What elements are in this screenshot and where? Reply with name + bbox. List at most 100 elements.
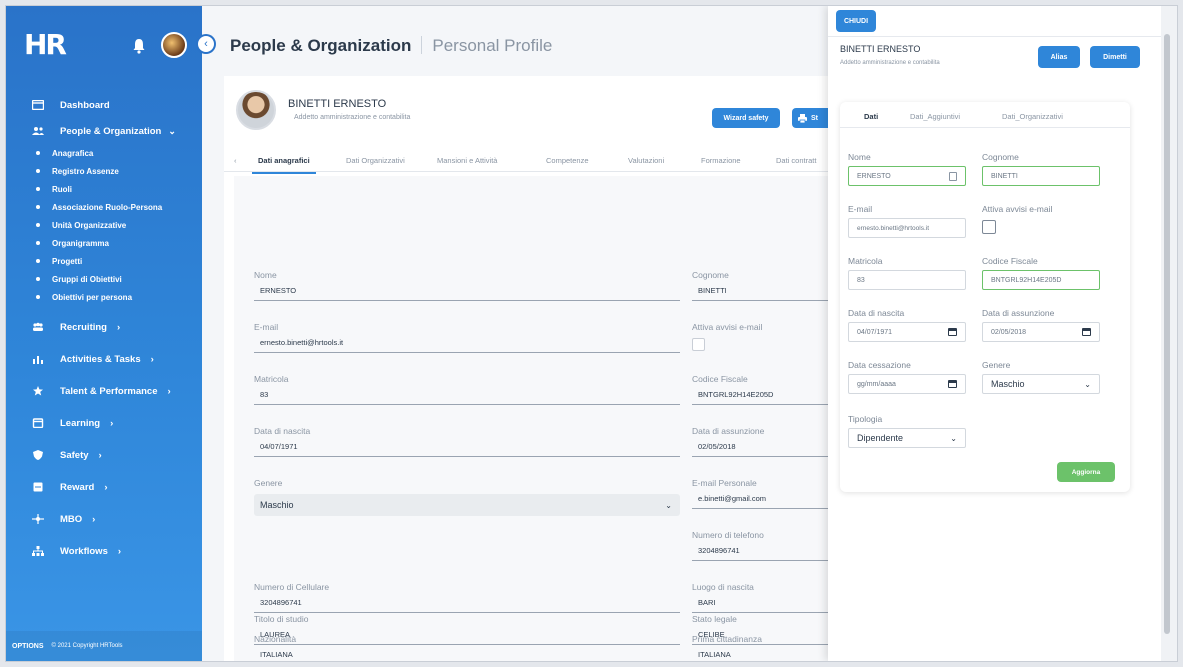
- chevron-right-icon: ›: [98, 449, 102, 461]
- submenu-item[interactable]: Registro Assenze: [6, 162, 202, 180]
- chevron-down-icon: ⌄: [1084, 379, 1091, 389]
- field-value[interactable]: 04/07/1971: [254, 442, 680, 457]
- nome-input[interactable]: ERNESTO: [848, 166, 966, 186]
- close-panel-button[interactable]: CHIUDI: [836, 10, 876, 32]
- codice-fiscale-input[interactable]: BNTGRL92H14E205D: [982, 270, 1100, 290]
- data-cessazione-input[interactable]: gg/mm/aaaa: [848, 374, 966, 394]
- page-title: People & Organization Personal Profile: [230, 36, 552, 56]
- submenu-item[interactable]: Obiettivi per persona: [6, 288, 202, 306]
- panel-field-nome: Nome ERNESTO: [848, 152, 966, 186]
- app-window: HR Dashboard People & Organization ⌄ Ana…: [6, 6, 1177, 661]
- options-link[interactable]: OPTIONS: [12, 643, 44, 650]
- sidebar-item-reward[interactable]: Reward ›: [6, 474, 202, 500]
- field-value[interactable]: ITALIANA: [254, 650, 680, 661]
- panel-field-codice-fiscale: Codice Fiscale BNTGRL92H14E205D: [982, 256, 1100, 290]
- field-matricola: Matricola 83: [254, 374, 680, 405]
- panel-tabs: Dati Dati_Aggiuntivi Dati_Organizzativi: [840, 102, 1130, 128]
- field-label: Attiva avvisi e-mail: [982, 204, 1053, 214]
- tab-dati-aggiuntivi[interactable]: Dati_Aggiuntivi: [910, 112, 960, 121]
- field-label: Titolo di studio: [254, 614, 309, 624]
- field-value[interactable]: 83: [254, 390, 680, 405]
- field-value[interactable]: ernesto.binetti@hrtools.it: [254, 338, 680, 353]
- input-value: 04/07/1971: [857, 328, 893, 336]
- genere-select[interactable]: Maschio ⌄: [982, 374, 1100, 394]
- calendar-icon[interactable]: [948, 328, 957, 336]
- field-label: Data di nascita: [848, 308, 905, 318]
- field-label: Matricola: [848, 256, 883, 266]
- field-data-nascita: Data di nascita 04/07/1971: [254, 426, 680, 457]
- panel-field-data-assunzione: Data di assunzione 02/05/2018: [982, 308, 1100, 342]
- sidebar-item-dashboard[interactable]: Dashboard: [6, 92, 202, 118]
- profile-role: Addetto amministrazione e contabilita: [294, 114, 411, 121]
- field-value[interactable]: ERNESTO: [254, 286, 680, 301]
- avvisi-checkbox[interactable]: [692, 338, 705, 351]
- sidebar-item-recruiting[interactable]: Recruiting ›: [6, 314, 202, 340]
- dimetti-button[interactable]: Dimetti: [1090, 46, 1140, 68]
- input-placeholder: gg/mm/aaaa: [857, 380, 896, 388]
- sidebar-item-activities[interactable]: Activities & Tasks ›: [6, 346, 202, 372]
- edit-panel: CHIUDI BINETTI ERNESTO Addetto amministr…: [828, 6, 1161, 661]
- tab-valutazioni[interactable]: Valutazioni: [628, 156, 664, 165]
- submenu-item[interactable]: Gruppi di Obiettivi: [6, 270, 202, 288]
- tab-mansioni[interactable]: Mansioni e Attività: [437, 156, 497, 165]
- divider: [828, 36, 1161, 37]
- submenu-item[interactable]: Progetti: [6, 252, 202, 270]
- aggiorna-button[interactable]: Aggiorna: [1057, 462, 1115, 482]
- data-assunzione-input[interactable]: 02/05/2018: [982, 322, 1100, 342]
- bell-icon[interactable]: [132, 38, 146, 54]
- sidebar-item-safety[interactable]: Safety ›: [6, 442, 202, 468]
- select-value: Dipendente: [857, 433, 904, 443]
- wizard-safety-button[interactable]: Wizard safety: [712, 108, 780, 128]
- field-label: Cognome: [982, 152, 1019, 162]
- cognome-input[interactable]: BINETTI: [982, 166, 1100, 186]
- avvisi-checkbox[interactable]: [982, 220, 996, 234]
- submenu-item[interactable]: Anagrafica: [6, 144, 202, 162]
- user-avatar[interactable]: [161, 32, 187, 58]
- field-label: Genere: [254, 478, 283, 488]
- tabs-prev-icon[interactable]: ‹: [234, 156, 237, 165]
- panel-field-avvisi: Attiva avvisi e-mail: [982, 204, 1100, 234]
- input-value: ernesto.binetti@hrtools.it: [857, 224, 929, 232]
- tab-dati-organizzativi[interactable]: Dati Organizzativi: [346, 156, 405, 165]
- calendar-icon[interactable]: [948, 380, 957, 388]
- submenu-item[interactable]: Organigramma: [6, 234, 202, 252]
- tab-dati[interactable]: Dati: [864, 112, 878, 121]
- panel-field-tipologia: Tipologia Dipendente ⌄: [848, 414, 966, 448]
- panel-field-cognome: Cognome BINETTI: [982, 152, 1100, 186]
- profile-photo: [236, 90, 276, 130]
- email-input[interactable]: ernesto.binetti@hrtools.it: [848, 218, 966, 238]
- sidebar-item-label: Activities & Tasks: [60, 353, 141, 365]
- tipologia-select[interactable]: Dipendente ⌄: [848, 428, 966, 448]
- target-icon: [32, 514, 44, 524]
- field-value[interactable]: 3204896741: [254, 598, 680, 613]
- sidebar-item-talent[interactable]: Talent & Performance ›: [6, 378, 202, 404]
- scrollbar-thumb[interactable]: [1164, 34, 1170, 634]
- matricola-input[interactable]: 83: [848, 270, 966, 290]
- logo: HR: [24, 28, 67, 61]
- tab-dati-anagrafici[interactable]: Dati anagrafici: [252, 156, 316, 174]
- tab-dati-organizzativi-panel[interactable]: Dati_Organizzativi: [1002, 112, 1063, 121]
- scrollbar[interactable]: [1161, 6, 1177, 661]
- data-nascita-input[interactable]: 04/07/1971: [848, 322, 966, 342]
- sidebar-item-mbo[interactable]: MBO ›: [6, 506, 202, 532]
- field-value[interactable]: LAUREA: [254, 630, 680, 645]
- field-label: Numero di Cellulare: [254, 582, 330, 592]
- panel-role: Addetto amministrazione e contabilita: [840, 60, 940, 66]
- field-label: Nome: [848, 152, 871, 162]
- collapse-sidebar-button[interactable]: ‹: [198, 36, 214, 52]
- tab-competenze[interactable]: Competenze: [546, 156, 589, 165]
- genere-select[interactable]: Maschio ⌄: [254, 494, 680, 516]
- sidebar-item-workflows[interactable]: Workflows ›: [6, 538, 202, 564]
- tab-formazione[interactable]: Formazione: [701, 156, 741, 165]
- alias-button[interactable]: Alias: [1038, 46, 1080, 68]
- submenu-item[interactable]: Ruoli: [6, 180, 202, 198]
- chevron-right-icon: ›: [116, 321, 121, 333]
- calendar-icon[interactable]: [1082, 328, 1091, 336]
- sidebar-item-label: Dashboard: [60, 99, 110, 111]
- submenu-item[interactable]: Unità Organizzative: [6, 216, 202, 234]
- print-button[interactable]: St: [792, 108, 832, 128]
- submenu-item[interactable]: Associazione Ruolo-Persona: [6, 198, 202, 216]
- sidebar-item-people[interactable]: People & Organization ⌄: [6, 118, 202, 144]
- sidebar-item-learning[interactable]: Learning ›: [6, 410, 202, 436]
- tab-dati-contrattuali[interactable]: Dati contratt: [776, 156, 816, 165]
